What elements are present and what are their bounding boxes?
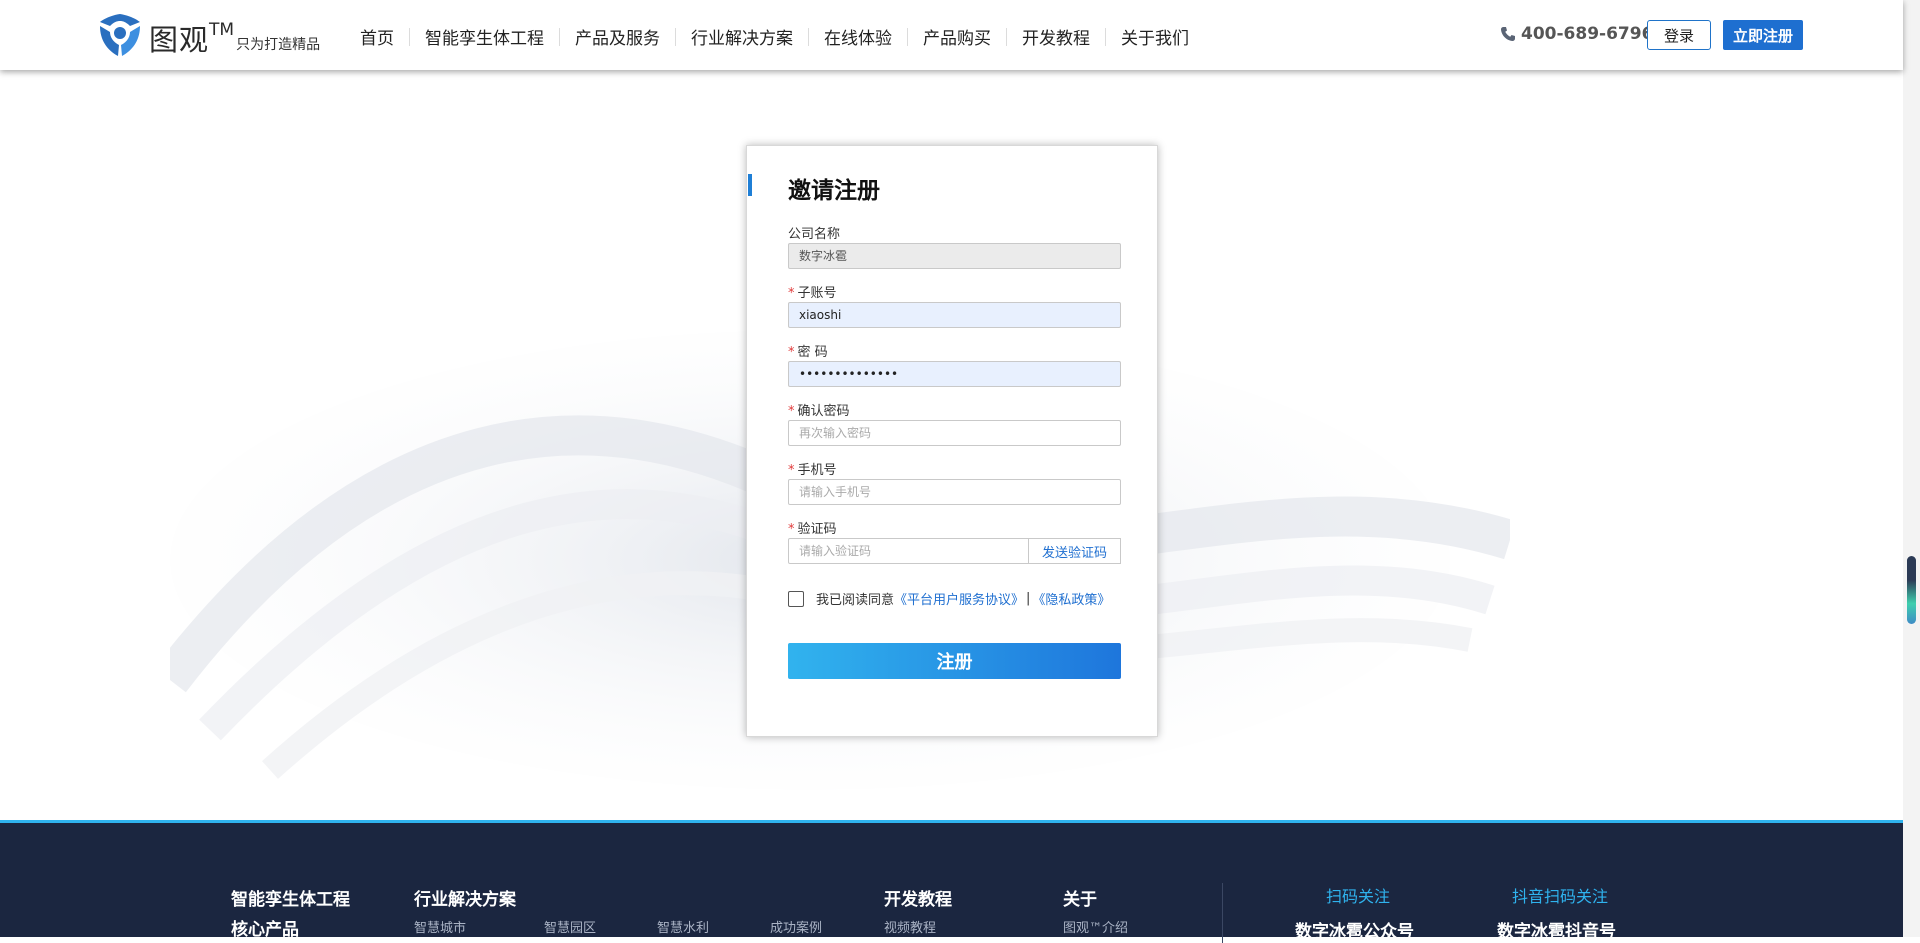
footer-link-video-tutorials[interactable]: 视频教程 xyxy=(884,917,936,936)
code-label: * 验证码 xyxy=(788,518,837,537)
confirm-password-label-text: 确认密码 xyxy=(797,404,850,419)
form-title: 邀请注册 xyxy=(788,178,880,204)
nav-item-twin-engineering[interactable]: 智能孪生体工程 xyxy=(410,24,559,49)
phone-placeholder: 请输入手机号 xyxy=(799,485,872,499)
nav-item-online-demo[interactable]: 在线体验 xyxy=(809,24,907,49)
phone-label-text: 手机号 xyxy=(797,463,837,478)
logo[interactable]: 图观 TM 只为打造精品 xyxy=(97,12,320,60)
footer-link-intro[interactable]: 图观™介绍 xyxy=(1063,917,1128,936)
company-field: 数字冰雹 xyxy=(788,243,1121,269)
scrollbar-thumb[interactable] xyxy=(1907,556,1916,624)
footer-col1-sub[interactable]: 核心产品 xyxy=(231,915,299,940)
register-now-button[interactable]: 立即注册 xyxy=(1723,20,1803,50)
nav-item-purchase[interactable]: 产品购买 xyxy=(908,24,1006,49)
footer-col3-title[interactable]: 开发教程 xyxy=(884,885,952,910)
nav-item-products[interactable]: 产品及服务 xyxy=(560,24,675,49)
company-value: 数字冰雹 xyxy=(799,249,848,263)
qr2-name: 数字冰雹抖音号 xyxy=(1497,922,1616,942)
send-code-button[interactable]: 发送验证码 xyxy=(1029,538,1121,564)
footer-col4-title[interactable]: 关于 xyxy=(1063,885,1097,910)
confirm-password-input[interactable]: 再次输入密码 xyxy=(788,420,1121,446)
required-mark: * xyxy=(788,522,795,537)
service-agreement-link[interactable]: 《平台用户服务协议》 xyxy=(894,589,1024,608)
password-input[interactable]: •••••••••••••• xyxy=(788,361,1121,387)
confirm-password-label: * 确认密码 xyxy=(788,400,850,419)
required-mark: * xyxy=(788,345,795,360)
privacy-policy-link[interactable]: 《隐私政策》 xyxy=(1032,589,1110,608)
hotline: 400-689-6796 xyxy=(1500,24,1653,44)
login-button[interactable]: 登录 xyxy=(1647,20,1711,50)
footer-col1-title[interactable]: 智能孪生体工程 xyxy=(231,885,350,910)
verification-code-input[interactable]: 请输入验证码 xyxy=(788,538,1029,564)
code-label-text: 验证码 xyxy=(797,522,837,537)
nav-item-about[interactable]: 关于我们 xyxy=(1106,24,1204,49)
required-mark: * xyxy=(788,463,795,478)
confirm-password-placeholder: 再次输入密码 xyxy=(799,426,872,440)
register-submit-button[interactable]: 注册 xyxy=(788,643,1121,679)
page-scrollbar[interactable] xyxy=(1903,0,1920,937)
code-placeholder: 请输入验证码 xyxy=(799,544,872,558)
footer-col2-title[interactable]: 行业解决方案 xyxy=(414,885,516,910)
sub-account-label: * 子账号 xyxy=(788,282,837,301)
logo-trademark: TM xyxy=(209,20,235,40)
invite-register-card: 邀请注册 公司名称 数字冰雹 * 子账号 xiaoshi * 密 码 •••••••… xyxy=(746,145,1158,737)
footer-link-smart-water[interactable]: 智慧水利 xyxy=(657,917,709,936)
nav-item-home[interactable]: 首页 xyxy=(345,24,409,49)
footer-divider xyxy=(1222,883,1223,943)
sub-account-label-text: 子账号 xyxy=(797,286,837,301)
logo-slogan: 只为打造精品 xyxy=(236,37,321,53)
site-footer: 智能孪生体工程 核心产品 行业解决方案 智慧城市 智慧园区 智慧水利 成功案例 … xyxy=(0,820,1903,943)
required-mark: * xyxy=(788,404,795,419)
qr2-title: 抖音扫码关注 xyxy=(1512,887,1609,906)
nav-item-solutions[interactable]: 行业解决方案 xyxy=(676,24,808,49)
agree-checkbox[interactable] xyxy=(788,590,804,607)
required-mark: * xyxy=(788,286,795,301)
footer-link-smart-city[interactable]: 智慧城市 xyxy=(414,917,466,936)
main-nav: 首页 智能孪生体工程 产品及服务 行业解决方案 在线体验 产品购买 开发教程 关… xyxy=(345,24,1204,49)
qr1-name: 数字冰雹公众号 xyxy=(1295,922,1414,942)
title-accent-bar xyxy=(748,174,752,196)
sub-account-value: xiaoshi xyxy=(799,308,842,322)
password-label-text: 密 码 xyxy=(797,345,828,360)
password-value: •••••••••••••• xyxy=(799,367,899,381)
hotline-number: 400-689-6796 xyxy=(1521,24,1654,44)
nav-item-tutorials[interactable]: 开发教程 xyxy=(1007,24,1105,49)
footer-link-smart-park[interactable]: 智慧园区 xyxy=(544,917,596,936)
phone-icon xyxy=(1501,27,1515,41)
phone-label: * 手机号 xyxy=(788,459,837,478)
sub-account-input[interactable]: xiaoshi xyxy=(788,302,1121,328)
agree-separator: | xyxy=(1026,591,1031,606)
phone-input[interactable]: 请输入手机号 xyxy=(788,479,1121,505)
site-header: 图观 TM 只为打造精品 首页 智能孪生体工程 产品及服务 行业解决方案 在线体… xyxy=(0,0,1903,70)
password-label: * 密 码 xyxy=(788,341,828,360)
footer-link-cases[interactable]: 成功案例 xyxy=(770,917,822,936)
company-label-text: 公司名称 xyxy=(788,227,841,242)
company-label: 公司名称 xyxy=(788,223,840,242)
logo-name: 图观 xyxy=(149,23,210,57)
agree-text: 我已阅读同意 xyxy=(816,593,895,608)
qr1-title: 扫码关注 xyxy=(1326,887,1391,906)
agreement-row: 我已阅读同意 《平台用户服务协议》 | 《隐私政策》 xyxy=(788,589,1110,608)
logo-icon xyxy=(100,14,140,56)
